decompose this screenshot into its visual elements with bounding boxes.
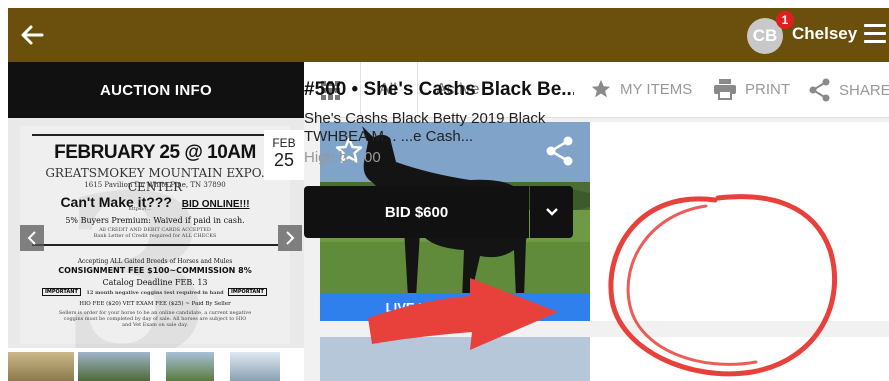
lot-title[interactable]: #500 • She's Cashs Black Be... [304,79,574,101]
flyer-catalog: Catalog Deadline FEB. 13 [102,278,208,287]
username-label[interactable]: Chelsey [792,24,857,44]
flyer-carousel[interactable]: 3 FEBRUARY 25 @ 10AM GREATSMOKEY MOUNTAI… [8,118,304,348]
lot-high-bid: High b... 00 [304,149,381,166]
carousel-prev-button[interactable] [20,225,44,251]
printer-icon [714,79,736,100]
thumbnail[interactable] [230,352,280,381]
flyer-coggins: 12 month negative coggins test required … [86,290,224,296]
flyer-fine-print-3: and Vet Exam on sale day. [122,322,188,328]
lot-card[interactable] [320,337,889,381]
flyer-consignment: CONSIGNMENT FEE $100~COMMISSION 8% [58,266,252,275]
flyer-breeds: Accepting ALL Gaited Breeds of Horses an… [77,258,233,265]
date-badge: FEB 25 [264,130,304,180]
share-button[interactable]: SHARE [809,78,889,102]
flyer-venue: GREATSMOKEY MOUNTAIN EXPO. CENTER [45,166,265,194]
chevron-left-icon [27,231,36,245]
bid-options-button[interactable] [530,186,573,238]
flyer-premium: 5% Buyers Premium: Waived if paid in cas… [65,216,245,225]
date-day: 25 [273,150,295,170]
live-countdown: LIVE IN 25d 12h 29min [320,293,590,321]
auction-info-title: AUCTION INFO [8,62,304,118]
top-app-bar: CB 1 Chelsey [8,8,889,62]
flyer-bank-note: Bank Letter of Credit required for ALL C… [93,233,217,239]
my-items-button[interactable]: MY ITEMS [590,78,692,100]
flyer-fees: HIO FEE ($20) VET EXAM FEE ($25) ~ Paid … [79,301,231,307]
print-label: PRINT [745,80,790,98]
lot-description: She's Cashs Black Betty 2019 Black TWHBE… [304,110,546,145]
date-month: FEB [272,136,296,150]
flyer-url: https://… [128,206,152,212]
bid-button[interactable]: BID $600 [304,186,529,238]
page: CB 1 Chelsey AUCTION INFO 3 FEBRUARY 25 … [0,0,889,381]
flyer-address: 1615 Pavilion Dr. White Pine, TN 37890 [84,181,226,189]
auction-flyer-image: 3 FEBRUARY 25 @ 10AM GREATSMOKEY MOUNTAI… [20,126,290,348]
print-button[interactable]: PRINT [713,78,790,100]
flyer-important-right: IMPORTANT [228,288,267,296]
flyer-important-left: IMPORTANT [42,288,81,296]
chevron-right-icon [286,231,295,245]
share-icon [809,78,830,102]
thumbnail-strip [8,352,304,381]
share-label: SHARE [839,81,889,99]
flyer-headline: FEBRUARY 25 @ 10AM [54,142,256,163]
thumbnail[interactable] [78,352,150,381]
lot-photo[interactable] [320,337,590,381]
back-arrow-icon[interactable] [18,21,46,49]
carousel-next-button[interactable] [278,225,302,251]
my-items-label: MY ITEMS [620,80,693,98]
hamburger-menu-icon[interactable] [864,24,886,44]
star-icon [591,79,611,98]
chevron-down-icon [545,208,558,216]
thumbnail[interactable] [166,352,214,381]
auction-info-panel: AUCTION INFO 3 FEBRUARY 25 @ 10AM GREATS… [8,62,304,381]
thumbnail[interactable] [8,352,74,381]
